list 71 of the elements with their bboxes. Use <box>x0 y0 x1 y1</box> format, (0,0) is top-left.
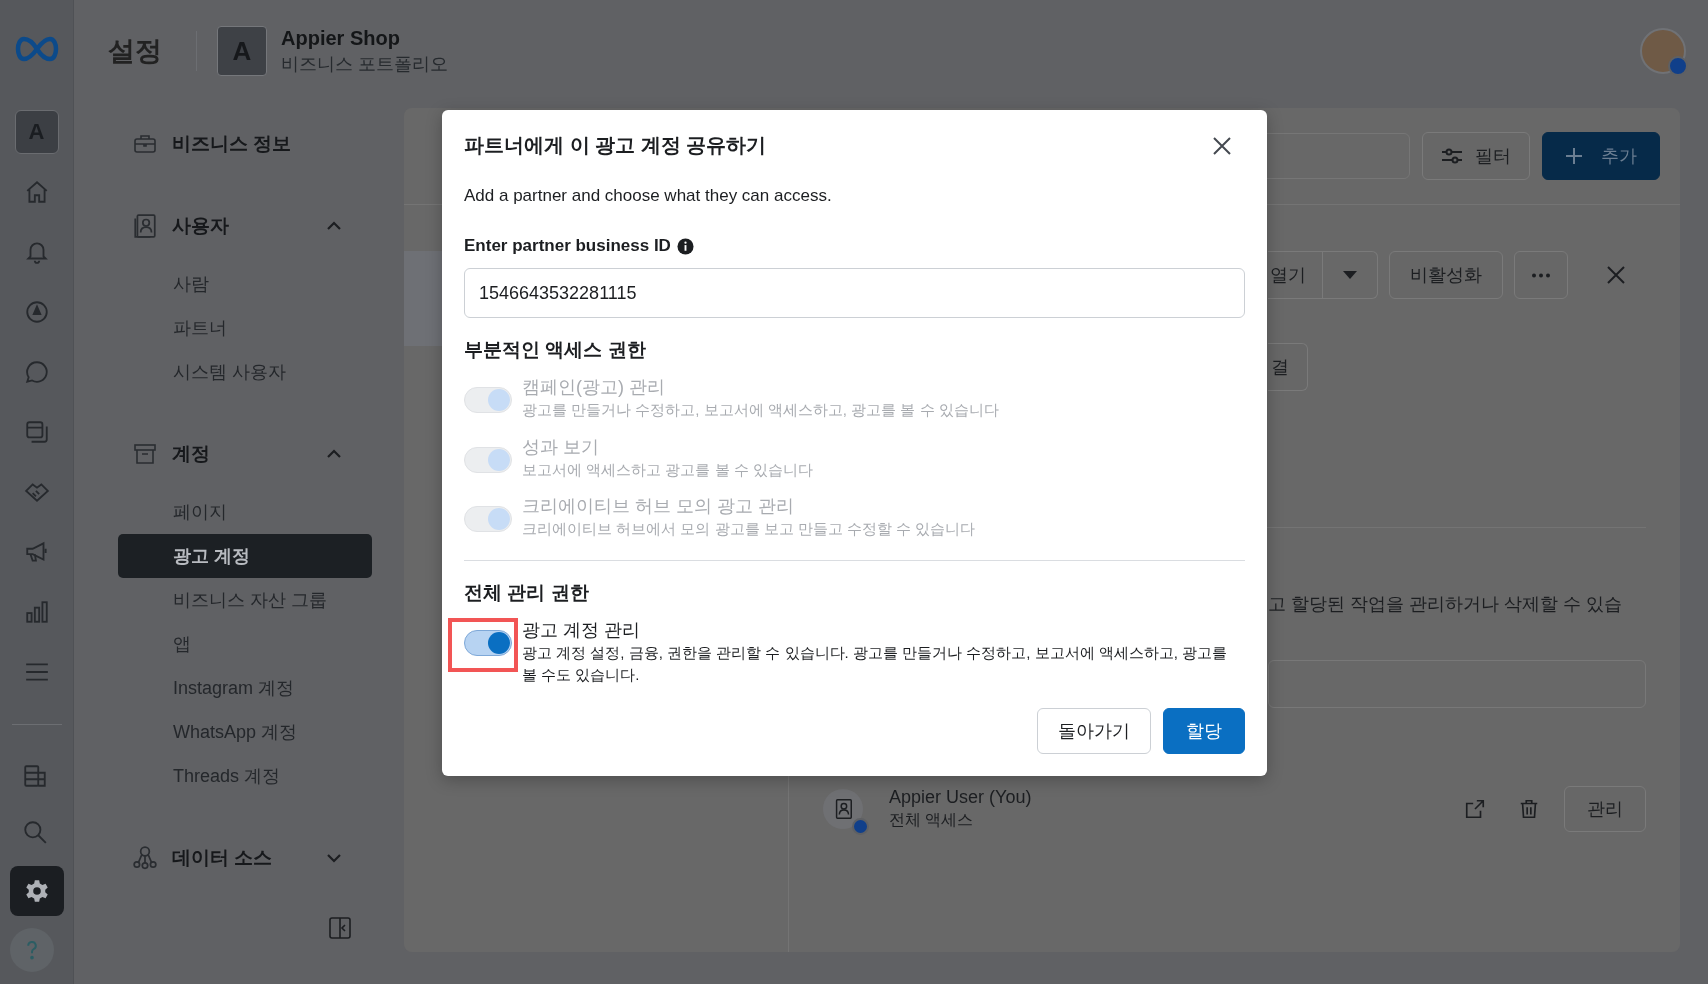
sidebar-item[interactable]: 광고 계정 <box>118 534 372 578</box>
back-button[interactable]: 돌아가기 <box>1037 707 1151 754</box>
permission-label: 성과 보기 <box>522 435 600 459</box>
toggle-switch[interactable] <box>464 629 512 656</box>
description-text: 고 할당된 작업을 관리하거나 삭제할 수 있습 <box>1268 593 1623 616</box>
deactivate-button[interactable]: 비활성화 <box>1389 251 1503 299</box>
bar-chart-icon <box>23 599 50 625</box>
sidebar-section[interactable]: 사용자 <box>118 204 372 248</box>
compass-icon <box>23 299 50 325</box>
more-icon <box>1531 272 1551 278</box>
sidebar-section[interactable]: 계정 <box>118 432 372 476</box>
sidebar-section[interactable]: 비즈니스 정보 <box>118 122 372 166</box>
connect-button[interactable]: 결 <box>1268 343 1308 391</box>
caret-icon <box>1343 271 1357 279</box>
assign-button[interactable]: 할당 <box>1163 707 1245 754</box>
sidebar-section[interactable]: 데이터 소스 <box>118 836 372 880</box>
infinity-logo-icon[interactable] <box>14 36 59 62</box>
open-split-button[interactable]: 열기 <box>1268 251 1378 299</box>
sidebar-item[interactable]: 파트너 <box>118 306 372 350</box>
permission-description: 광고를 만들거나 수정하고, 보고서에 액세스하고, 광고를 볼 수 있습니다 <box>522 400 1000 420</box>
section-heading: 전체 관리 권한 <box>464 580 590 605</box>
sidebar-item[interactable]: 비즈니스 자산 그룹 <box>118 578 372 622</box>
sliders-icon <box>1441 148 1463 164</box>
sidebar-item[interactable]: 사람 <box>118 262 372 306</box>
user-avatar[interactable] <box>1640 28 1686 74</box>
sidebar-item[interactable]: 앱 <box>118 622 372 666</box>
more-button[interactable] <box>1514 251 1568 299</box>
page-title: 설정 <box>108 35 162 68</box>
user-name: Appier User (You) <box>889 787 1033 808</box>
panel-toggle-icon[interactable] <box>328 916 352 940</box>
social-badge-icon <box>852 818 869 835</box>
permission-label: 캠페인(광고) 관리 <box>522 376 666 399</box>
dialog-title: 파트너에게 이 광고 계정 공유하기 <box>464 133 767 158</box>
external-link-icon[interactable] <box>1464 798 1486 820</box>
add-button[interactable]: 추가 <box>1542 132 1660 180</box>
database-stack-icon <box>21 763 48 789</box>
id-badge-icon <box>132 213 158 239</box>
business-name: Appier Shop <box>281 26 401 50</box>
permission-description: 광고 계정 설정, 금융, 권한을 관리할 수 있습니다. 광고를 만들거나 수정하고, 보고서에 액세스하고, 광고를 볼 수도 있습니다. <box>522 642 1228 685</box>
permission-description: 보고서에 액세스하고 광고를 볼 수 있습니다 <box>522 459 814 480</box>
briefcase-icon <box>132 132 158 156</box>
social-badge-icon <box>1668 56 1688 76</box>
search-icon <box>21 819 48 845</box>
settings-icon <box>23 878 50 904</box>
trash-icon[interactable] <box>1518 798 1540 820</box>
connected-nodes-icon <box>132 845 158 871</box>
rail-button[interactable] <box>9 866 64 916</box>
filter-button[interactable]: 필터 <box>1422 132 1530 180</box>
section-heading: 부분적인 액세스 권한 <box>464 338 647 362</box>
chat-bubble-icon <box>23 359 50 385</box>
sidebar-item[interactable]: Instagram 계정 <box>118 666 372 710</box>
access-level: 전체 액세스 <box>889 810 975 830</box>
archive-box-icon <box>132 442 158 466</box>
info-icon[interactable] <box>676 237 694 255</box>
business-id-field[interactable]: 1546643532281115 <box>464 268 1245 318</box>
close-icon[interactable] <box>1213 136 1231 155</box>
stacked-pages-icon <box>23 419 50 445</box>
highlight-frame <box>448 617 518 672</box>
permission-label: 광고 계정 관리 <box>522 618 641 642</box>
manage-button[interactable]: 관리 <box>1564 786 1646 832</box>
permission-label: 크리에이티브 허브 모의 광고 관리 <box>522 495 795 518</box>
sidebar-item[interactable]: 시스템 사용자 <box>118 350 372 394</box>
dialog-subtitle: Add a partner and choose what they can access. <box>464 186 833 206</box>
sidebar-item[interactable]: Threads 계정 <box>118 754 372 798</box>
sidebar-item[interactable]: 페이지 <box>118 490 372 534</box>
sidebar-item[interactable]: WhatsApp 계정 <box>118 710 372 754</box>
field-label: Enter partner business ID <box>464 236 671 256</box>
plus-icon <box>1565 147 1583 165</box>
permission-description: 크리에이티브 허브에서 모의 광고를 보고 만들고 수정할 수 있습니다 <box>522 519 977 539</box>
input-field[interactable] <box>1268 660 1646 708</box>
business-type: 비즈니스 포트폴리오 <box>281 52 448 76</box>
